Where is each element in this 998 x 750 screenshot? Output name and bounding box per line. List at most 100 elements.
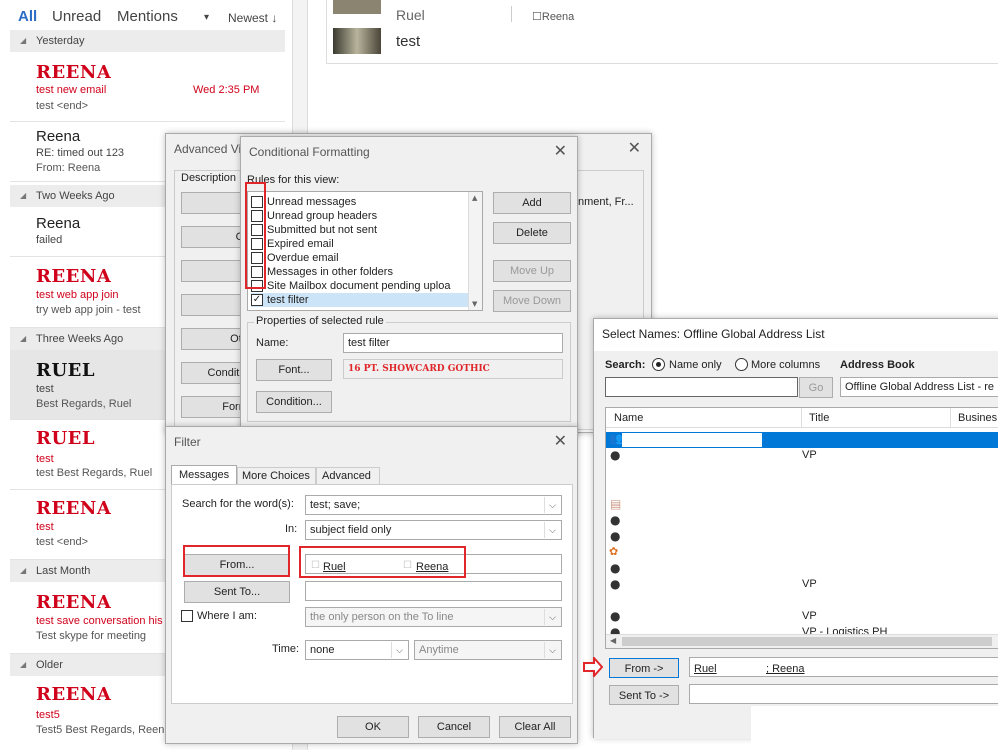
address-book-label: Address Book (840, 359, 915, 371)
ok-button[interactable]: OK (337, 716, 409, 738)
filter-all[interactable]: All (18, 8, 37, 25)
list-header: Name Title Busines (606, 408, 998, 428)
sent-to-field[interactable] (689, 684, 998, 704)
from-field[interactable]: Ruel ; Reena (689, 657, 998, 677)
move-down-button[interactable]: Move Down (493, 290, 571, 312)
more-columns-radio[interactable] (735, 358, 748, 371)
close-icon[interactable]: ✕ (628, 138, 641, 157)
rules-list[interactable]: Unread messages Unread group headers Submi… (247, 191, 483, 311)
close-icon[interactable]: ✕ (554, 431, 567, 450)
conditional-formatting-dialog: Conditional Formatting ✕ Rules for this … (240, 136, 578, 436)
row-title: VP (802, 449, 817, 461)
rule-name-input[interactable]: test filter (343, 333, 563, 353)
from-arrow-button[interactable]: From -> (609, 658, 679, 678)
horizontal-scrollbar[interactable]: ◀ (606, 634, 998, 648)
folder-icon: ▤ (610, 497, 622, 511)
where-i-am-select[interactable]: the only person on the To line ⌵ (305, 607, 562, 627)
time-range-select[interactable]: Anytime ⌵ (414, 640, 562, 660)
dialog-title: Select Names: Offline Global Address Lis… (602, 327, 825, 341)
sender-name: Ruel (396, 7, 425, 23)
filter-dialog: Filter ✕ Messages More Choices Advanced … (165, 426, 578, 744)
rule-item[interactable]: Expired email (251, 237, 469, 251)
names-highlight (299, 546, 466, 578)
properties-label: Properties of selected rule (254, 315, 386, 327)
rule-item[interactable]: Unread messages (251, 195, 469, 209)
person-icon: ● (610, 561, 621, 575)
title-column[interactable]: Title (809, 412, 829, 424)
rule-label: Unread messages (267, 196, 357, 208)
sort-newest[interactable]: Newest ↓ (228, 11, 277, 25)
add-button[interactable]: Add (493, 192, 571, 214)
checkbox-highlight (245, 182, 266, 289)
red-arrow-icon (583, 655, 604, 679)
rules-scrollbar[interactable]: ▲ ▼ (468, 192, 482, 310)
name-column[interactable]: Name (614, 412, 643, 424)
group-icon: 👥 (609, 432, 623, 445)
address-book-select[interactable]: Offline Global Address List - re (840, 377, 998, 397)
from-highlight (183, 545, 290, 577)
in-select[interactable]: subject field only ⌵ (305, 520, 562, 540)
rule-item[interactable]: Messages in other folders (251, 265, 469, 279)
search-words-input[interactable]: test; save; ⌵ (305, 495, 562, 515)
go-button[interactable]: Go (799, 377, 833, 398)
group-yesterday[interactable]: Yesterday (10, 30, 285, 52)
close-icon[interactable]: ✕ (554, 141, 567, 160)
redacted-name (622, 433, 762, 447)
move-up-button[interactable]: Move Up (493, 260, 571, 282)
group-icon: ✿ (609, 545, 619, 558)
where-i-am-label: Where I am: (197, 610, 257, 622)
reading-pane-header: Ruel ☐Reena test (326, 0, 998, 64)
rule-checkbox[interactable]: ✓ (251, 294, 263, 306)
avatar (333, 0, 381, 14)
sent-to-input[interactable] (305, 581, 562, 601)
more-columns-label: More columns (751, 359, 821, 371)
font-sample: 16 PT. SHOWCARD GOTHIC (343, 359, 563, 379)
rule-item[interactable]: Site Mailbox document pending uploa (251, 279, 469, 293)
clear-all-button[interactable]: Clear All (499, 716, 571, 738)
search-words-label: Search for the word(s): (182, 498, 294, 510)
rule-label: Expired email (267, 238, 334, 250)
tab-advanced[interactable]: Advanced (316, 467, 380, 485)
where-i-am-checkbox[interactable] (181, 610, 193, 622)
person-icon: ● (610, 529, 621, 543)
rule-label: test filter (267, 294, 309, 306)
rule-item[interactable]: ✓ test filter (251, 293, 469, 307)
select-names-dialog: Select Names: Offline Global Address Lis… (593, 318, 998, 739)
time-label: Time: (272, 643, 300, 655)
sent-to-arrow-button[interactable]: Sent To -> (609, 685, 679, 705)
search-input[interactable] (605, 377, 798, 397)
rule-label: Site Mailbox document pending uploa (267, 280, 451, 292)
business-column[interactable]: Busines (958, 412, 997, 424)
tab-more-choices[interactable]: More Choices (237, 467, 316, 485)
address-list[interactable]: Name Title Busines 👥 ● VP ▤ ● ● ✿ ● ● VP… (605, 407, 998, 649)
rule-item[interactable]: Submitted but not sent (251, 223, 469, 237)
font-button[interactable]: Font... (256, 359, 332, 381)
time-select[interactable]: none ⌵ (305, 640, 409, 660)
person-icon: ● (610, 609, 621, 623)
dialog-title: Conditional Formatting (249, 145, 370, 159)
rule-label: Unread group headers (267, 210, 378, 222)
condition-button[interactable]: Condition... (256, 391, 332, 413)
filter-mentions[interactable]: Mentions (117, 8, 178, 25)
tab-messages[interactable]: Messages (171, 465, 237, 485)
message-item[interactable]: REENA test new email Wed 2:35 PM test <e… (10, 52, 285, 122)
sent-to-button[interactable]: Sent To... (184, 581, 290, 603)
in-label: In: (285, 523, 298, 535)
description-value: nment, Fr... (578, 196, 634, 208)
avatar (333, 28, 381, 54)
person-icon: ● (610, 577, 621, 591)
rule-item[interactable]: Unread group headers (251, 209, 469, 223)
rule-item[interactable]: Overdue email (251, 251, 469, 265)
filter-unread[interactable]: Unread (52, 8, 101, 25)
recipient[interactable]: ☐Reena (532, 10, 574, 23)
description-label: Description (181, 172, 237, 184)
advanced-view-title: Advanced Vi (174, 142, 242, 156)
filter-dropdown-icon[interactable]: ▾ (204, 12, 209, 23)
row-title: VP (802, 578, 817, 590)
name-only-radio[interactable] (652, 358, 665, 371)
divider (511, 6, 512, 22)
delete-button[interactable]: Delete (493, 222, 571, 244)
search-label: Search: (605, 359, 646, 371)
cancel-button[interactable]: Cancel (418, 716, 490, 738)
rule-label: Submitted but not sent (267, 224, 378, 236)
